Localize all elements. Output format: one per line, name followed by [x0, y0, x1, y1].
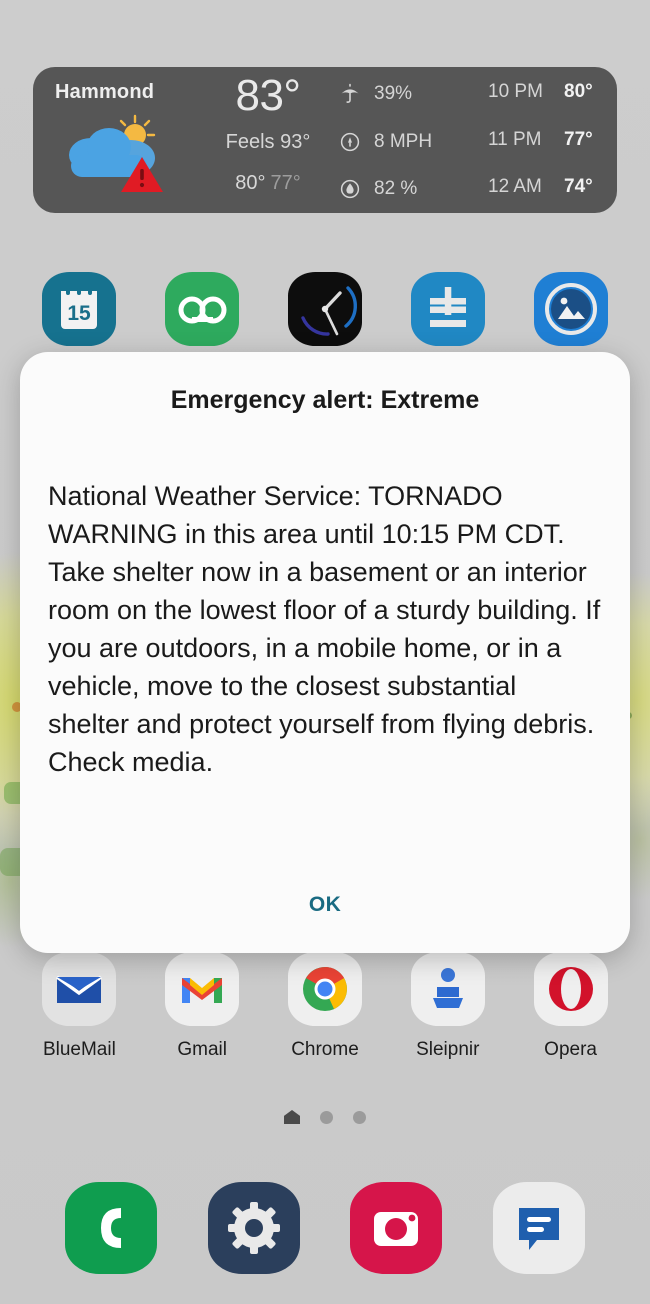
weather-low: 77°	[270, 172, 301, 194]
ok-button[interactable]: OK	[269, 881, 381, 929]
page-indicator	[0, 1110, 650, 1124]
weather-wind-value: 8 MPH	[374, 131, 433, 152]
weather-city: Hammond	[55, 81, 155, 103]
emergency-alert-dialog: Emergency alert: Extreme National Weathe…	[20, 352, 630, 953]
bluemail-icon[interactable]	[42, 952, 117, 1026]
weather-hourly-block: 10 PM 80° 11 PM 77° 12 AM 74°	[488, 67, 617, 213]
settings-gear-icon[interactable]	[207, 1182, 300, 1274]
weather-widget[interactable]: Hammond 83° Feels 93° 80° 77° 39% 8 MPH …	[33, 67, 617, 213]
app-sleipnir[interactable]: Sleipnir	[394, 952, 502, 1061]
weather-hourly-item: 10 PM 80°	[488, 81, 593, 103]
page-dot[interactable]	[320, 1110, 333, 1124]
clock-icon[interactable]	[287, 272, 362, 346]
warning-triangle-icon	[119, 155, 165, 200]
weather-precipitation-value: 39%	[374, 83, 413, 104]
weather-hourly-item: 11 PM 77°	[488, 129, 593, 151]
app-label-chrome: Chrome	[291, 1039, 359, 1060]
weather-feels-like: Feels 93°	[225, 131, 311, 153]
weather-hourly-time: 11 PM	[488, 129, 542, 150]
app-label-sleipnir: Sleipnir	[416, 1039, 480, 1060]
weather-hourly-time: 10 PM	[488, 81, 543, 102]
calendar-day-number: 15	[68, 302, 92, 325]
weather-hourly-temp: 77°	[564, 129, 593, 150]
app-calendar[interactable]: 15	[25, 272, 133, 346]
weather-temperature-block: 83° Feels 93° 80° 77°	[198, 67, 338, 213]
weather-hourly-temp: 74°	[564, 176, 593, 197]
page-dot-home[interactable]	[284, 1110, 300, 1124]
calculator-icon[interactable]	[410, 272, 485, 346]
app-label-bluemail: BlueMail	[42, 1039, 116, 1060]
sleipnir-icon[interactable]	[410, 952, 485, 1026]
app-label-gmail: Gmail	[177, 1039, 227, 1060]
app-row-bottom: BlueMail Gmail Chrome Sleipnir Opera	[0, 952, 650, 1061]
phone-icon[interactable]	[65, 1182, 158, 1274]
wind-icon	[338, 130, 362, 154]
app-label-opera: Opera	[544, 1039, 597, 1060]
weather-hourly-time: 12 AM	[488, 176, 542, 197]
page-dot[interactable]	[353, 1110, 366, 1124]
app-voicemail[interactable]	[148, 272, 256, 346]
umbrella-icon	[338, 82, 362, 106]
dialog-actions: OK	[20, 881, 630, 929]
weather-conditions-block: 39% 8 MPH 82 %	[338, 67, 488, 213]
weather-high-low: 80° 77°	[198, 172, 338, 195]
camera-icon[interactable]	[350, 1182, 443, 1274]
gmail-icon[interactable]	[165, 952, 240, 1026]
weather-humidity-row: 82 %	[338, 176, 417, 202]
weather-current-temp: 83°	[235, 71, 301, 120]
humidity-icon	[338, 177, 362, 201]
app-chrome[interactable]: Chrome	[271, 952, 379, 1061]
home-screen: Hammond 83° Feels 93° 80° 77° 39% 8 MPH …	[0, 0, 650, 1304]
opera-icon[interactable]	[533, 952, 608, 1026]
calendar-icon[interactable]: 15	[42, 272, 117, 346]
app-opera[interactable]: Opera	[517, 952, 625, 1061]
weather-high: 80°	[235, 172, 266, 194]
app-bluemail[interactable]: BlueMail	[25, 952, 133, 1061]
app-calculator[interactable]	[394, 272, 502, 346]
dock	[0, 1182, 650, 1274]
dialog-title: Emergency alert: Extreme	[170, 386, 480, 414]
app-clock[interactable]	[271, 272, 379, 346]
weather-location-block: Hammond	[33, 67, 198, 213]
app-row-top: 15	[0, 272, 650, 346]
weather-precipitation-row: 39%	[338, 81, 412, 107]
messages-icon[interactable]	[492, 1182, 585, 1274]
weather-humidity-value: 82 %	[374, 178, 418, 199]
weather-hourly-temp: 80°	[564, 81, 593, 102]
voicemail-icon[interactable]	[165, 272, 240, 346]
app-gallery[interactable]	[517, 272, 625, 346]
chrome-icon[interactable]	[287, 952, 362, 1026]
gallery-icon[interactable]	[533, 272, 608, 346]
app-gmail[interactable]: Gmail	[148, 952, 256, 1061]
dialog-message: National Weather Service: TORNADO WARNIN…	[48, 481, 601, 777]
weather-wind-row: 8 MPH	[338, 129, 432, 155]
weather-hourly-item: 12 AM 74°	[488, 176, 593, 198]
